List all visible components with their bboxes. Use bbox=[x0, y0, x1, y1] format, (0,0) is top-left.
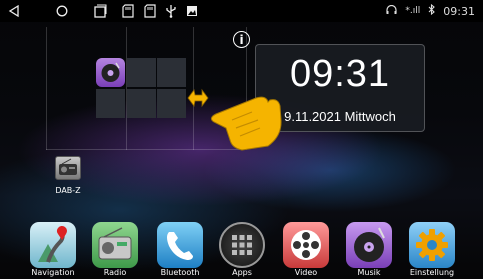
status-time: 09:31 bbox=[443, 4, 475, 18]
radio-icon[interactable] bbox=[92, 222, 138, 268]
status-bar: *.ıll 09:31 bbox=[0, 0, 483, 22]
apps-grid-icon[interactable] bbox=[219, 222, 265, 268]
app-label-apps: Apps bbox=[232, 268, 252, 277]
widget-cell bbox=[96, 89, 125, 118]
app-label-dab: DAB-Z bbox=[55, 186, 81, 195]
music-disc-icon[interactable] bbox=[346, 222, 392, 268]
sd-card-icon bbox=[122, 3, 134, 19]
usb-icon bbox=[165, 3, 177, 19]
film-reel-icon[interactable] bbox=[283, 222, 329, 268]
recents-icon[interactable] bbox=[93, 3, 107, 19]
app-label-bluetooth: Bluetooth bbox=[160, 268, 200, 277]
navigation-icon[interactable] bbox=[30, 222, 76, 268]
settings-gear-icon[interactable] bbox=[409, 222, 455, 268]
signal-icon: *.ıll bbox=[405, 6, 421, 16]
app-label-musik: Musik bbox=[357, 268, 381, 277]
grid-line bbox=[46, 27, 47, 150]
app-label-radio: Radio bbox=[103, 268, 127, 277]
status-right: *.ıll 09:31 bbox=[386, 3, 475, 19]
widget-cell bbox=[157, 58, 186, 87]
widget-drag-preview[interactable] bbox=[96, 58, 186, 118]
info-icon[interactable]: i bbox=[233, 31, 250, 48]
app-label-video: Video bbox=[294, 268, 318, 277]
headset-icon bbox=[386, 4, 398, 18]
dab-radio-icon[interactable] bbox=[55, 156, 81, 180]
drag-hand-icon bbox=[186, 80, 290, 156]
widget-cell bbox=[157, 89, 186, 118]
app-label-einstellung: Einstellung bbox=[409, 268, 455, 277]
bluetooth-icon bbox=[428, 3, 436, 18]
widget-cell bbox=[127, 89, 156, 118]
image-icon bbox=[186, 3, 198, 19]
sd-card-icon bbox=[144, 3, 156, 19]
back-icon[interactable] bbox=[8, 3, 20, 19]
app-label-navigation: Navigation bbox=[31, 268, 75, 277]
widget-cell bbox=[127, 58, 156, 87]
bluetooth-phone-icon[interactable] bbox=[157, 222, 203, 268]
music-disc-icon[interactable] bbox=[96, 58, 125, 87]
home-icon[interactable] bbox=[56, 3, 68, 19]
